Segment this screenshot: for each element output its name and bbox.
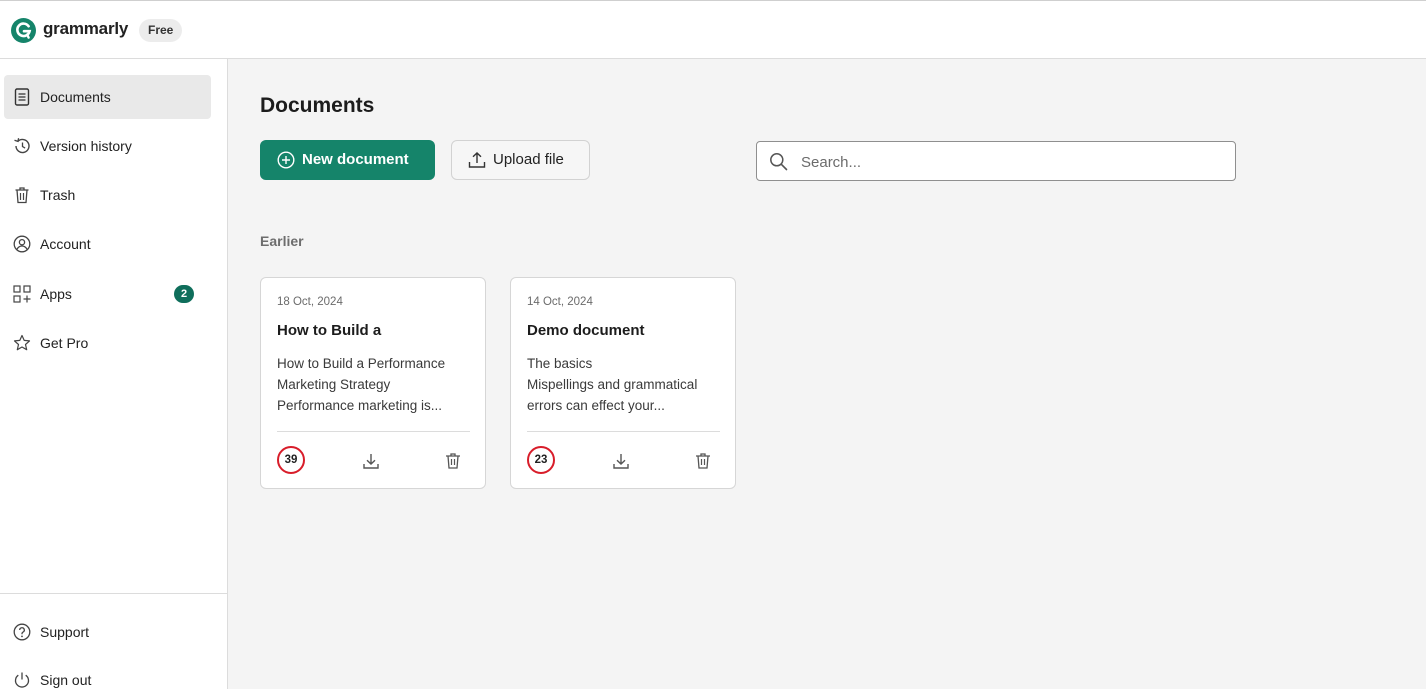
score-badge[interactable]: 39: [277, 446, 305, 474]
trash-icon: [13, 186, 31, 204]
document-card[interactable]: 14 Oct, 2024 Demo document The basics Mi…: [510, 277, 736, 489]
excerpt-line: errors can effect your...: [527, 398, 665, 413]
section-label-earlier: Earlier: [260, 233, 304, 249]
sidebar-item-label: Support: [40, 624, 90, 640]
sidebar-item-get-pro[interactable]: Get Pro: [4, 321, 211, 365]
account-icon: [13, 235, 31, 253]
new-document-button[interactable]: New document: [260, 140, 435, 180]
sidebar-item-label: Sign out: [40, 672, 92, 688]
card-divider: [277, 431, 470, 432]
search-input[interactable]: [801, 151, 1221, 173]
star-icon: [13, 334, 31, 352]
sidebar-item-support[interactable]: Support: [4, 610, 211, 654]
sidebar-divider: [0, 593, 227, 594]
sidebar-item-label: Get Pro: [40, 335, 89, 351]
history-icon: [13, 137, 31, 155]
download-icon[interactable]: [611, 451, 631, 471]
sidebar-item-label: Apps: [40, 286, 72, 302]
document-title: How to Build a: [277, 322, 382, 339]
help-icon: [13, 623, 31, 641]
trash-icon[interactable]: [443, 451, 463, 471]
sidebar-item-label: Trash: [40, 187, 76, 203]
sidebar-item-documents[interactable]: Documents: [4, 75, 211, 119]
document-title: Demo document: [527, 322, 645, 339]
sidebar-item-version-history[interactable]: Version history: [4, 124, 211, 168]
excerpt-line: The basics: [527, 356, 593, 371]
top-bar: grammarly Free: [0, 0, 1426, 59]
sidebar-item-trash[interactable]: Trash: [4, 173, 211, 217]
sidebar-item-label: Documents: [40, 89, 111, 105]
upload-icon: [468, 152, 486, 168]
document-date: 18 Oct, 2024: [277, 296, 343, 308]
document-card[interactable]: 18 Oct, 2024 How to Build a How to Build…: [260, 277, 486, 489]
sidebar-item-account[interactable]: Account: [4, 222, 211, 266]
new-document-label: New document: [302, 151, 409, 168]
trash-icon[interactable]: [693, 451, 713, 471]
grammarly-logo-icon[interactable]: [11, 18, 36, 43]
page-title: Documents: [260, 94, 375, 117]
upload-file-label: Upload file: [493, 151, 564, 168]
excerpt-line: Marketing Strategy: [277, 377, 391, 392]
sidebar-item-label: Version history: [40, 138, 132, 154]
search-box[interactable]: [756, 141, 1236, 181]
sidebar-item-label: Account: [40, 236, 91, 252]
plus-circle-icon: [277, 151, 295, 169]
excerpt-line: Mispellings and grammatical: [527, 377, 698, 392]
search-icon: [770, 153, 788, 171]
logo-text: grammarly: [43, 19, 129, 38]
upload-file-button[interactable]: Upload file: [451, 140, 590, 180]
download-icon[interactable]: [361, 451, 381, 471]
document-date: 14 Oct, 2024: [527, 296, 593, 308]
excerpt-line: Performance marketing is...: [277, 398, 443, 413]
sidebar-item-sign-out[interactable]: Sign out: [4, 658, 211, 689]
card-divider: [527, 431, 720, 432]
score-badge[interactable]: 23: [527, 446, 555, 474]
sidebar-item-apps[interactable]: Apps 2: [4, 272, 211, 316]
document-excerpt: How to Build a Performance Marketing Str…: [277, 353, 475, 416]
excerpt-line: How to Build a Performance: [277, 356, 446, 371]
plan-badge: Free: [139, 19, 183, 42]
document-excerpt: The basics Mispellings and grammatical e…: [527, 353, 725, 416]
apps-icon: [13, 285, 31, 303]
sidebar: Documents Version history Trash Account …: [0, 59, 228, 689]
apps-count-badge: 2: [174, 285, 194, 303]
document-icon: [13, 88, 31, 106]
power-icon: [13, 671, 31, 689]
